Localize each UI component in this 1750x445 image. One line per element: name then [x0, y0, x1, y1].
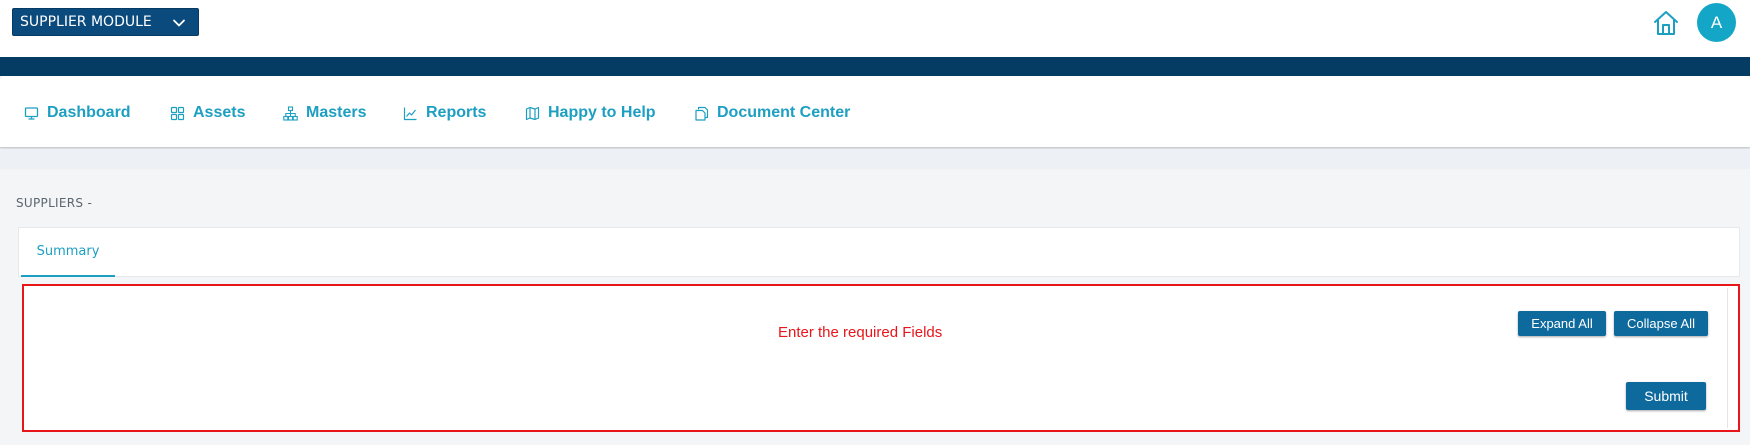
scrollbar-track[interactable] — [1727, 288, 1728, 428]
nav-item-label: Masters — [306, 104, 367, 121]
nav-item-label: Dashboard — [47, 104, 131, 121]
brand-bar — [0, 57, 1750, 76]
nav-item-assets[interactable]: Assets — [170, 102, 245, 124]
expand-all-button[interactable]: Expand All — [1518, 311, 1606, 336]
nav-item-dashboard[interactable]: Dashboard — [24, 102, 131, 124]
chart-line-icon — [403, 107, 417, 120]
nav-item-label: Reports — [426, 104, 487, 121]
collapse-all-button[interactable]: Collapse All — [1614, 311, 1708, 336]
nav-item-happy-to-help[interactable]: Happy to Help — [525, 102, 656, 124]
grid-icon — [170, 106, 185, 120]
user-avatar[interactable]: A — [1697, 3, 1736, 42]
page-title: SUPPLIERS - — [16, 196, 93, 210]
monitor-icon — [24, 106, 39, 120]
hierarchy-icon — [283, 105, 298, 121]
nav-item-masters[interactable]: Masters — [283, 102, 366, 124]
content-top-strip — [0, 149, 1750, 169]
tabs-bar: Summary — [18, 227, 1740, 277]
tab-summary[interactable]: Summary — [21, 228, 115, 277]
map-icon — [525, 106, 540, 120]
module-selector[interactable]: SUPPLIER MODULE — [12, 8, 199, 36]
home-icon[interactable] — [1652, 9, 1680, 37]
validation-message: Enter the required Fields — [778, 324, 943, 341]
nav-item-reports[interactable]: Reports — [403, 102, 486, 124]
main-nav: Dashboard Assets Masters Reports Happy t… — [0, 76, 1750, 148]
nav-item-label: Assets — [193, 104, 246, 121]
avatar-initial: A — [1710, 12, 1723, 32]
module-selector-label: SUPPLIER MODULE — [20, 14, 152, 30]
top-bar: SUPPLIER MODULE A — [0, 0, 1750, 57]
nav-item-label: Happy to Help — [548, 104, 656, 121]
nav-item-label: Document Center — [717, 104, 851, 121]
form-panel: Enter the required Fields Expand All Col… — [22, 284, 1740, 432]
submit-button[interactable]: Submit — [1626, 382, 1706, 410]
chevron-down-icon — [173, 19, 185, 27]
nav-item-document-center[interactable]: Document Center — [694, 102, 850, 124]
documents-icon — [695, 106, 709, 121]
tab-label: Summary — [36, 244, 100, 259]
